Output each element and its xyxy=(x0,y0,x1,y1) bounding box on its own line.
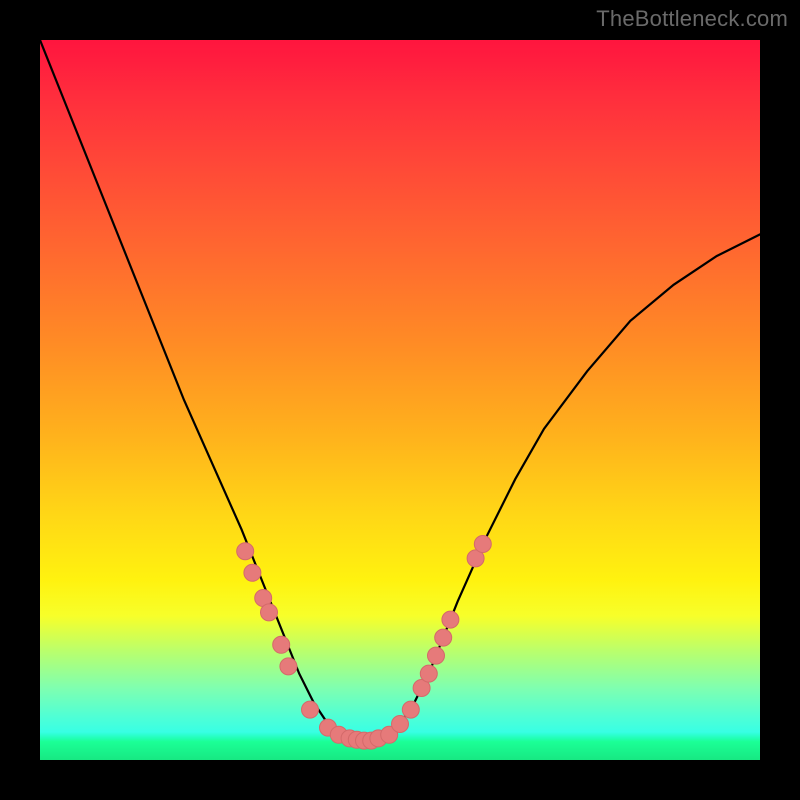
data-marker xyxy=(442,611,459,628)
data-marker xyxy=(402,701,419,718)
bottleneck-curve xyxy=(40,40,760,746)
data-marker xyxy=(435,629,452,646)
data-marker xyxy=(273,636,290,653)
attribution-text: TheBottleneck.com xyxy=(596,6,788,32)
data-marker xyxy=(420,665,437,682)
outer-frame: TheBottleneck.com xyxy=(0,0,800,800)
data-marker xyxy=(392,716,409,733)
data-marker xyxy=(244,564,261,581)
data-marker xyxy=(261,604,278,621)
data-marker xyxy=(237,543,254,560)
curve-svg xyxy=(40,40,760,760)
data-markers xyxy=(237,536,492,750)
plot-area xyxy=(40,40,760,760)
data-marker xyxy=(474,536,491,553)
data-marker xyxy=(302,701,319,718)
data-marker xyxy=(280,658,297,675)
data-marker xyxy=(428,647,445,664)
